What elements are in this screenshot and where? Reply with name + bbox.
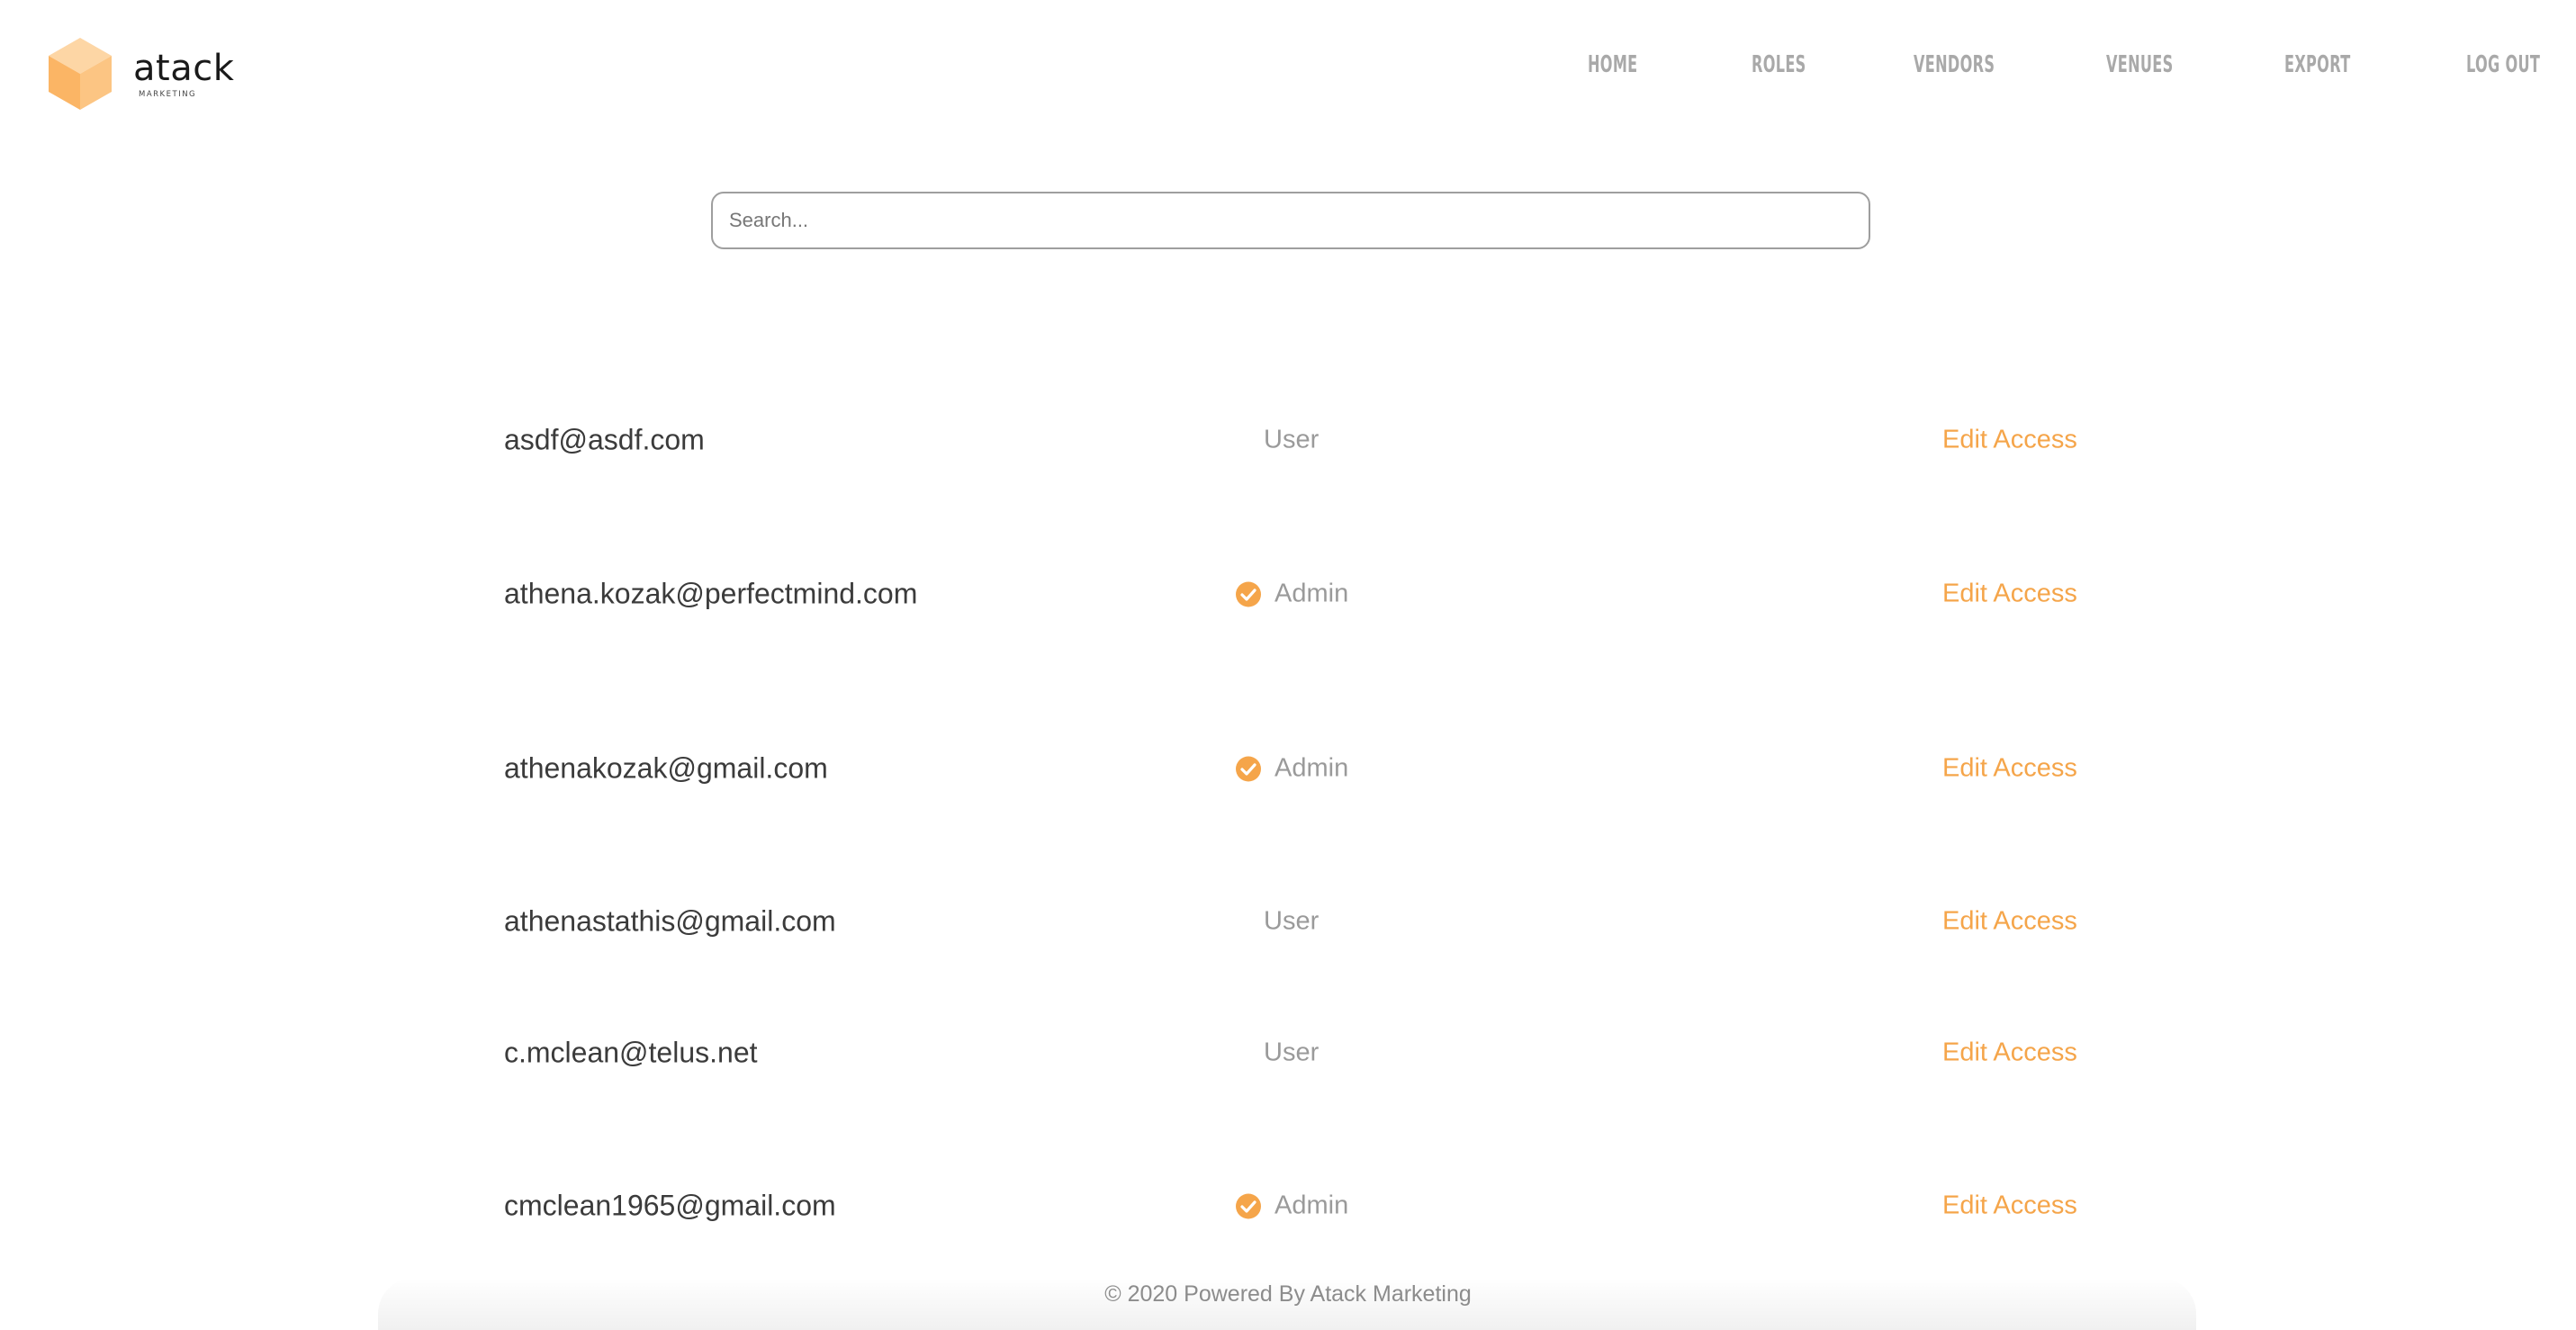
cube-icon [49, 38, 112, 110]
role-label: User [1264, 1038, 1320, 1067]
role-label: User [1264, 425, 1320, 454]
user-role: Admin [1235, 1191, 1348, 1221]
edit-access-link[interactable]: Edit Access [1942, 426, 2077, 455]
user-row: asdf@asdf.com User Edit Access [486, 404, 2106, 476]
user-email: athenakozak@gmail.com [504, 751, 828, 785]
check-circle-icon [1236, 581, 1261, 607]
nav-export[interactable]: EXPORT [2284, 50, 2351, 79]
role-label: Admin [1274, 579, 1349, 608]
user-role: User [1264, 1038, 1319, 1068]
user-email: c.mclean@telus.net [504, 1036, 758, 1069]
edit-access-link[interactable]: Edit Access [1942, 1038, 2077, 1068]
user-row: athenakozak@gmail.com Admin Edit Access [486, 732, 2106, 804]
edit-access-link[interactable]: Edit Access [1942, 580, 2077, 609]
user-email: athenastathis@gmail.com [504, 904, 836, 938]
user-email: cmclean1965@gmail.com [504, 1189, 836, 1222]
nav-roles[interactable]: ROLES [1752, 50, 1806, 79]
edit-access-link[interactable]: Edit Access [1942, 754, 2077, 784]
role-label: User [1264, 906, 1320, 936]
search-input[interactable] [711, 192, 1870, 249]
user-row: athenastathis@gmail.com User Edit Access [486, 885, 2106, 957]
nav-log-out[interactable]: LOG OUT [2466, 50, 2540, 79]
user-role: Admin [1235, 580, 1348, 609]
user-email: asdf@asdf.com [504, 423, 705, 456]
user-role: User [1264, 426, 1319, 455]
edit-access-link[interactable]: Edit Access [1942, 1191, 2077, 1221]
footer-text: © 2020 Powered By Atack Marketing [1104, 1281, 1472, 1307]
nav-vendors[interactable]: VENDORS [1914, 50, 1995, 79]
user-role: Admin [1235, 754, 1348, 784]
nav-home[interactable]: HOME [1588, 50, 1637, 79]
user-row: c.mclean@telus.net User Edit Access [486, 1017, 2106, 1089]
user-row: athena.kozak@perfectmind.com Admin Edit … [486, 558, 2106, 630]
brand-name: atack [133, 48, 235, 89]
brand-subtitle: MARKETING [139, 90, 197, 99]
role-label: Admin [1274, 753, 1349, 783]
user-row: cmclean1965@gmail.com Admin Edit Access [486, 1170, 2106, 1242]
role-label: Admin [1274, 1191, 1349, 1220]
edit-access-link[interactable]: Edit Access [1942, 907, 2077, 937]
nav-venues[interactable]: VENUES [2106, 50, 2174, 79]
brand-logo[interactable]: atack MARKETING [47, 36, 234, 112]
check-circle-icon [1236, 756, 1261, 781]
brand-wordmark: atack MARKETING [133, 47, 277, 99]
user-email: athena.kozak@perfectmind.com [504, 577, 918, 610]
user-role: User [1264, 907, 1319, 937]
check-circle-icon [1236, 1193, 1261, 1218]
